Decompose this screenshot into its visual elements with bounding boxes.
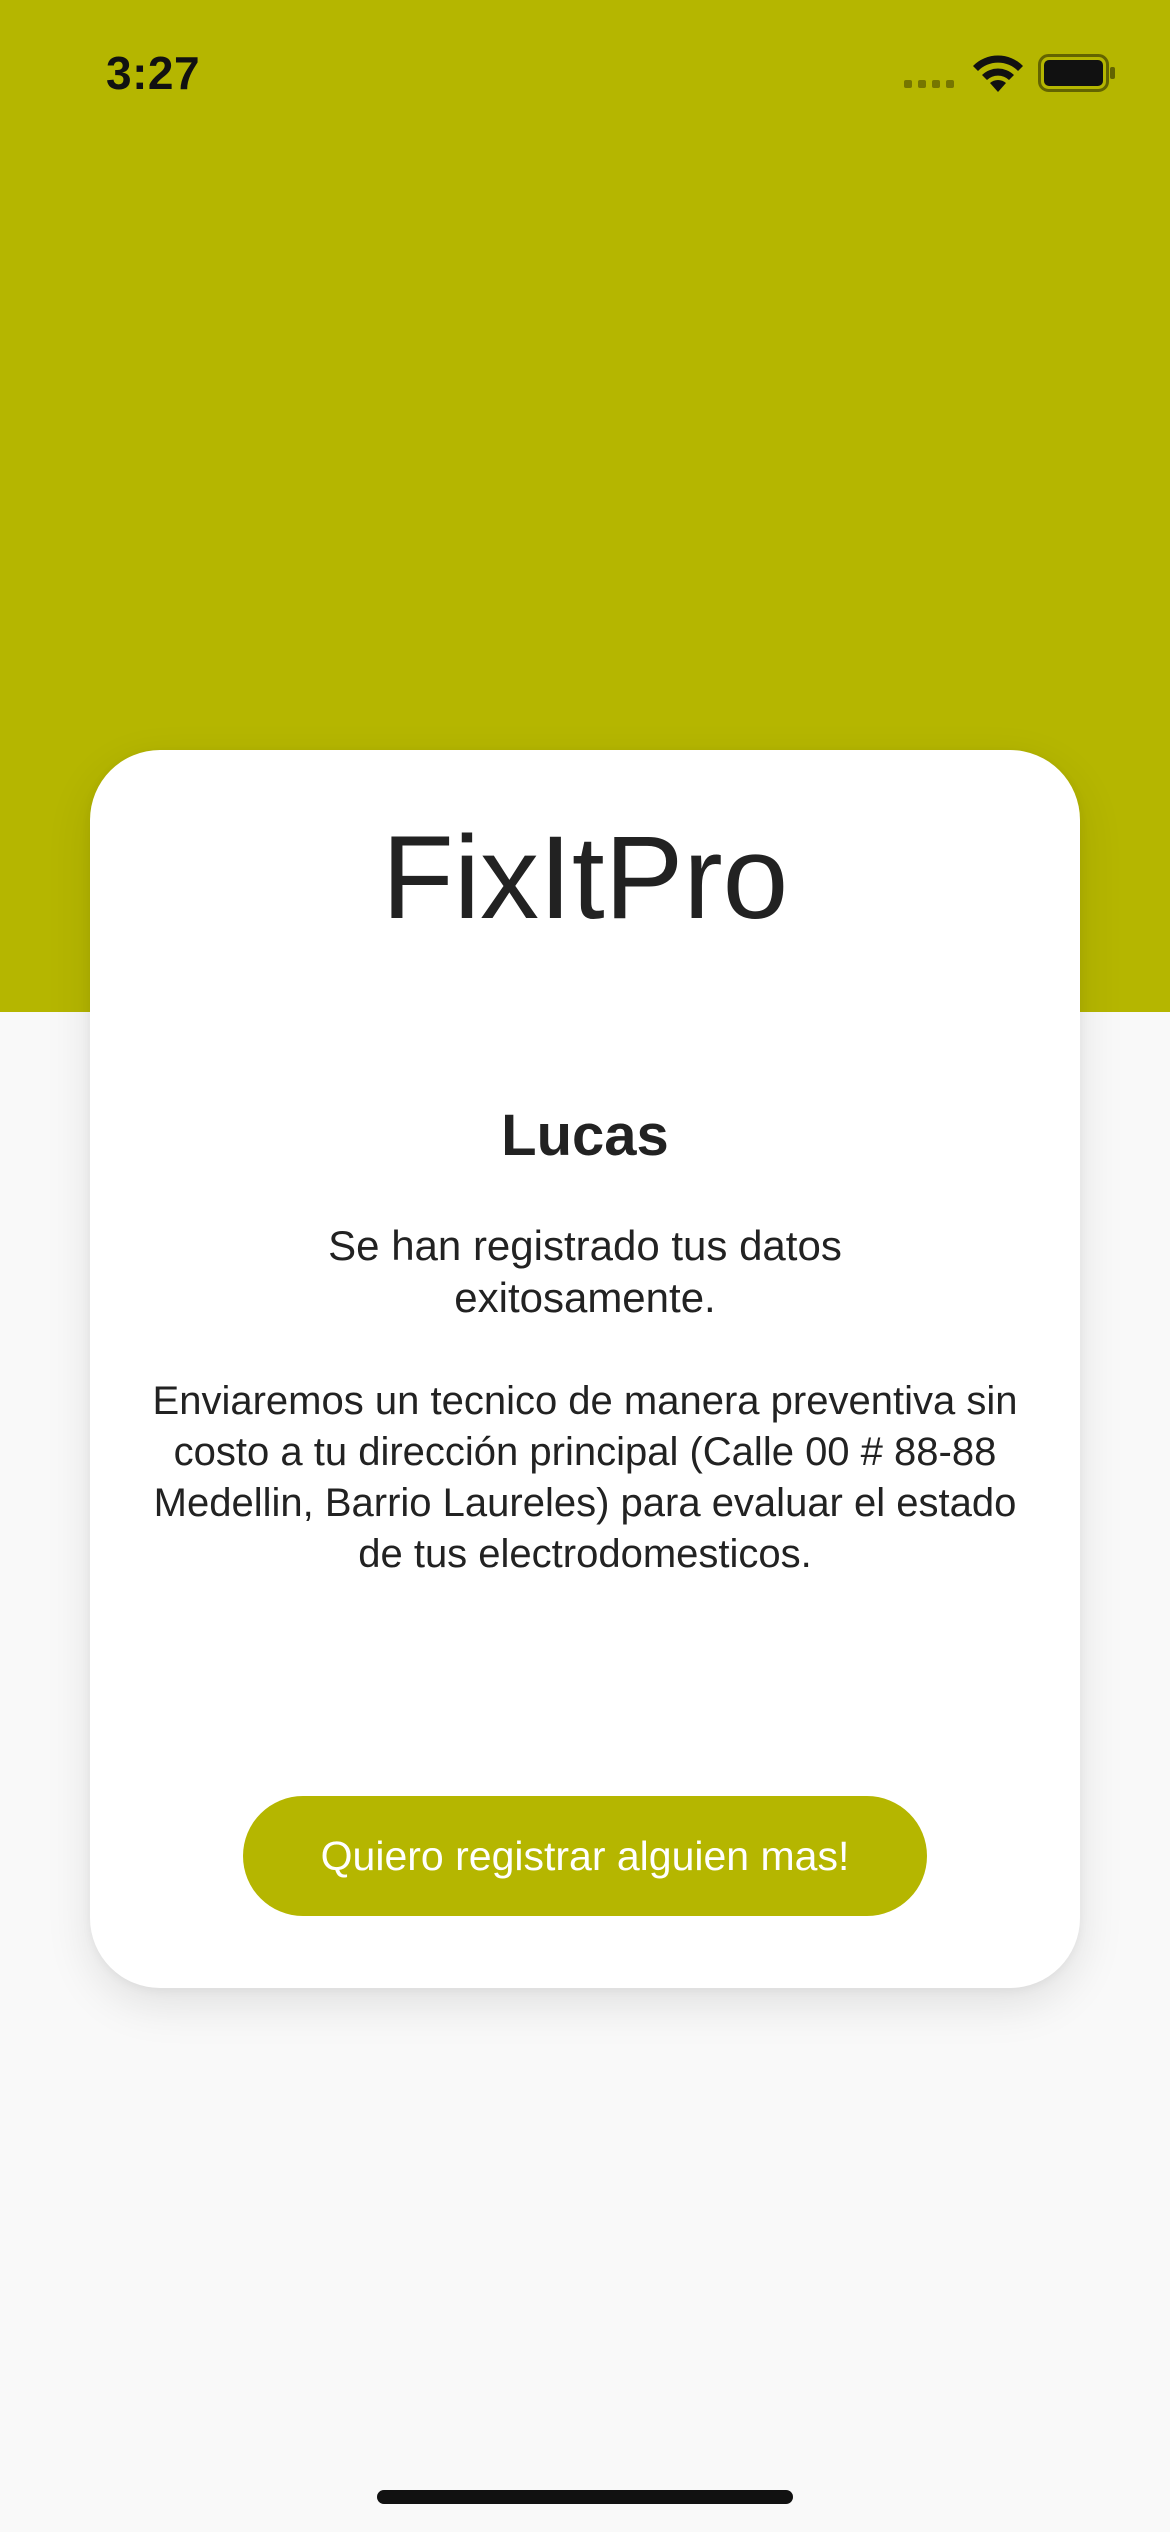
confirmation-card: FixItPro Lucas Se han registrado tus dat… bbox=[90, 750, 1080, 1988]
user-name: Lucas bbox=[501, 1103, 669, 1168]
success-message: Se han registrado tus datos exitosamente… bbox=[328, 1222, 842, 1321]
status-time: 3:27 bbox=[106, 47, 201, 99]
battery-icon bbox=[1038, 54, 1115, 92]
register-another-button[interactable]: Quiero registrar alguien mas! bbox=[243, 1796, 927, 1916]
cellular-signal-icon bbox=[904, 80, 954, 88]
status-bar: 3:27 bbox=[0, 0, 1170, 150]
app-title: FixItPro bbox=[381, 812, 789, 944]
home-indicator[interactable] bbox=[377, 2490, 793, 2504]
wifi-icon bbox=[973, 55, 1023, 92]
info-message: Enviaremos un tecnico de manera preventi… bbox=[152, 1379, 1018, 1576]
